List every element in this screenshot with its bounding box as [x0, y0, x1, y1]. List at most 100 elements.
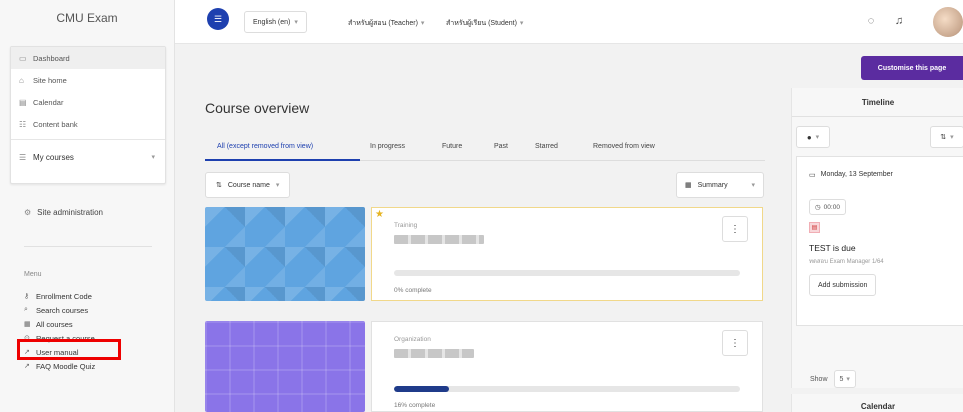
calendar-icon: ▭	[809, 172, 816, 179]
nav-divider	[11, 139, 165, 140]
clock-icon: ●	[806, 132, 812, 142]
timeline-divider	[792, 116, 963, 117]
course-card: ★ Training ⋮ 0% complete	[371, 207, 763, 301]
course-actions-button[interactable]: ⋮	[722, 216, 748, 242]
drawer-toggle-button[interactable]: ☰	[207, 8, 229, 30]
course-category: Organization	[394, 336, 431, 343]
timeline-sort-dropdown[interactable]: ⇅ ▾	[930, 126, 963, 148]
menu-link-all-courses[interactable]: ▦ All courses	[24, 317, 95, 331]
customise-page-button[interactable]: Customise this page	[861, 56, 963, 80]
sort-dropdown[interactable]: ⇅ Course name ▾	[205, 172, 291, 198]
drawer-divider	[24, 246, 152, 247]
chevron-down-icon: ▾	[151, 154, 155, 161]
dashboard-icon: ▭	[19, 53, 27, 63]
menu-link-label: Enrollment Code	[36, 291, 92, 301]
timeline-block: Timeline ● ▾ ⇅ ▾ ▭ Monday, 13 September …	[791, 88, 963, 388]
list-icon: ☰	[19, 152, 27, 162]
site-name[interactable]: CMU Exam	[0, 0, 174, 36]
course-image[interactable]	[205, 207, 365, 301]
tab-past[interactable]: Past	[494, 143, 508, 150]
view-label: Summary	[697, 181, 728, 189]
nav-item-label: Site administration	[37, 208, 103, 217]
event-title[interactable]: TEST is due	[809, 243, 856, 253]
menu-link-label: Search courses	[36, 305, 89, 315]
progress-bar	[394, 270, 740, 276]
chevron-down-icon: ▾	[751, 182, 755, 189]
view-dropdown[interactable]: ▦ Summary ▾	[676, 172, 764, 198]
calendar-icon: ▤	[19, 97, 27, 107]
chevron-down-icon: ▾	[950, 134, 954, 141]
course-name-redacted[interactable]	[394, 235, 484, 244]
grid-icon: ▦	[685, 182, 692, 189]
progress-text: 0% complete	[394, 287, 432, 294]
progress-fill	[394, 386, 450, 392]
calendar-title: Calendar	[860, 402, 896, 411]
menu-link-faq-moodle-quiz[interactable]: ↗ FAQ Moodle Quiz	[24, 359, 95, 373]
search-icon: ⌕	[24, 306, 28, 313]
chevron-down-icon: ▾	[275, 182, 280, 189]
menu-icon: ☰	[213, 13, 223, 24]
course-actions-button[interactable]: ⋮	[722, 330, 748, 356]
menu-link-label: All courses	[36, 319, 73, 329]
chevron-down-icon: ▾	[519, 20, 524, 27]
nav-item-site-home[interactable]: ⌂ Site home	[11, 69, 165, 91]
highlight-box	[17, 339, 121, 360]
star-icon: ★	[375, 209, 384, 220]
sort-icon: ⇅	[216, 182, 222, 189]
student-menu-label: สำหรับผู้เรียน (Student)	[446, 20, 517, 27]
course-category: Training	[394, 222, 418, 229]
nav-item-label: My courses	[33, 152, 74, 162]
avatar[interactable]	[933, 7, 963, 37]
nav-item-calendar[interactable]: ▤ Calendar	[11, 91, 165, 113]
language-menu[interactable]: English (en) ▾	[244, 11, 307, 33]
top-navbar: ☰ English (en) ▾ สำหรับผู้สอน (Teacher) ▾…	[175, 0, 963, 44]
menu-heading: Menu	[24, 271, 42, 278]
progress-text: 16% complete	[394, 402, 436, 409]
nav-item-label: Dashboard	[33, 53, 70, 63]
tab-starred[interactable]: Starred	[535, 143, 558, 150]
nav-item-label: Calendar	[33, 97, 64, 107]
sort-label: Course name	[227, 181, 270, 189]
tab-future[interactable]: Future	[442, 143, 462, 150]
nav-item-site-administration[interactable]: ⚙ Site administration	[24, 208, 103, 217]
course-name-redacted[interactable]	[394, 349, 474, 358]
kebab-icon: ⋮	[730, 337, 740, 349]
sort-icon: ⇅	[940, 134, 947, 141]
show-label: Show	[810, 375, 828, 383]
clock-icon: ◷	[815, 204, 821, 211]
nav-item-content-bank[interactable]: ☷ Content bank	[11, 113, 165, 135]
nav-item-dashboard[interactable]: ▭ Dashboard	[11, 47, 165, 69]
home-icon: ⌂	[19, 75, 24, 85]
nav-item-my-courses[interactable]: ☰ My courses ▾	[11, 144, 165, 170]
course-image[interactable]	[205, 321, 365, 412]
bell-icon[interactable]: ♫	[893, 15, 905, 27]
event-time: 00:00	[823, 203, 840, 211]
faq-icon: ↗	[24, 363, 30, 370]
chevron-down-icon: ▾	[815, 134, 820, 141]
teacher-menu[interactable]: สำหรับผู้สอน (Teacher) ▾	[348, 18, 424, 29]
course-card: Organization ⋮ 16% complete	[371, 321, 763, 412]
tab-in-progress[interactable]: In progress	[370, 143, 405, 150]
key-icon: ⚷	[24, 293, 30, 300]
show-count-dropdown[interactable]: 5 ▾	[833, 370, 856, 388]
active-tab-indicator	[205, 159, 360, 161]
nav-item-label: Content bank	[33, 119, 78, 129]
menu-link-search-courses[interactable]: ⌕ Search courses	[24, 303, 95, 317]
calendar-block: Calendar	[791, 394, 963, 412]
assignment-icon: ▤	[809, 222, 820, 233]
timeline-filter-dropdown[interactable]: ● ▾	[796, 126, 830, 148]
custom-menu: ⚷ Enrollment Code ⌕ Search courses ▦ All…	[24, 289, 95, 373]
student-menu[interactable]: สำหรับผู้เรียน (Student) ▾	[446, 18, 523, 29]
nav-drawer: CMU Exam ▭ Dashboard ⌂ Site home ▤ Calen…	[0, 0, 175, 412]
event-date: ▭ Monday, 13 September	[809, 171, 893, 179]
event-date-label: Monday, 13 September	[820, 171, 893, 178]
tab-all[interactable]: All (except removed from view)	[217, 143, 313, 150]
chevron-down-icon: ▾	[420, 20, 425, 27]
menu-link-enrollment-code[interactable]: ⚷ Enrollment Code	[24, 289, 95, 303]
chat-icon[interactable]: ◌	[865, 15, 877, 27]
course-filter-tabs: All (except removed from view) In progre…	[205, 133, 765, 161]
add-submission-button[interactable]: Add submission	[809, 274, 877, 296]
menu-link-label: FAQ Moodle Quiz	[36, 361, 96, 371]
tab-removed[interactable]: Removed from view	[593, 143, 655, 150]
show-count: 5	[839, 375, 844, 383]
